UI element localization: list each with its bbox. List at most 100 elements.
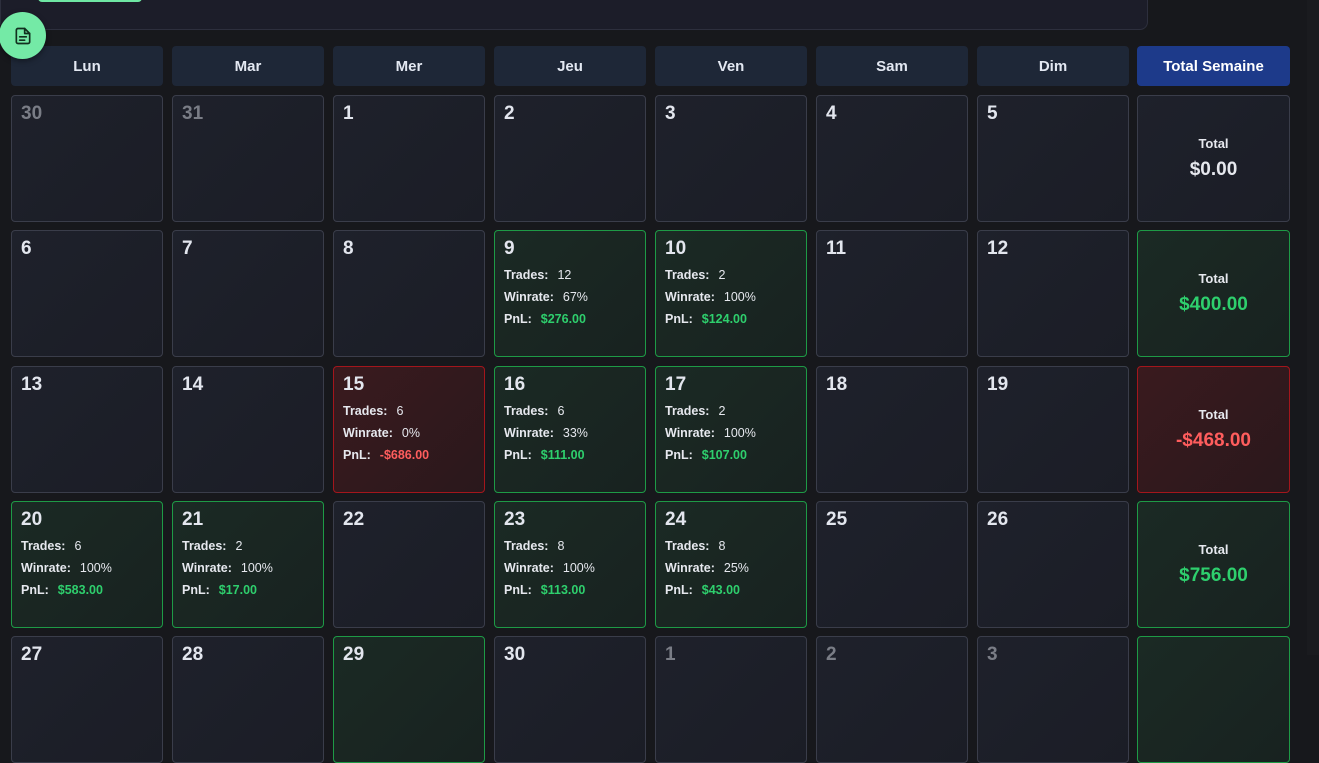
- day-cell[interactable]: 20 Trades: 6 Winrate: 100% PnL: $583.00: [11, 501, 163, 628]
- scrollbar[interactable]: [1307, 0, 1319, 655]
- day-cell[interactable]: 24 Trades: 8 Winrate: 25% PnL: $43.00: [655, 501, 807, 628]
- week-total-label: Total: [1198, 407, 1229, 422]
- week-total-cell[interactable]: Total -$468.00: [1137, 366, 1290, 493]
- stat-value: $107.00: [701, 448, 747, 462]
- day-cell[interactable]: 3: [977, 636, 1129, 763]
- stat-value: $17.00: [218, 583, 258, 597]
- day-stats: Trades: 12 Winrate: 67% PnL: $276.00: [504, 264, 636, 330]
- stat-pnl: PnL: $113.00: [504, 579, 636, 601]
- stat-trades: Trades: 8: [665, 535, 797, 557]
- stat-label: PnL:: [182, 583, 210, 597]
- header-total-semaine: Total Semaine: [1137, 46, 1290, 86]
- stat-trades: Trades: 6: [343, 400, 475, 422]
- day-stats: Trades: 6 Winrate: 33% PnL: $111.00: [504, 400, 636, 466]
- stat-trades: Trades: 2: [182, 535, 314, 557]
- stat-value: 2: [235, 539, 243, 553]
- day-cell[interactable]: 6: [11, 230, 163, 357]
- stat-value: 100%: [562, 561, 595, 575]
- day-cell[interactable]: 30: [494, 636, 646, 763]
- day-cell[interactable]: 17 Trades: 2 Winrate: 100% PnL: $107.00: [655, 366, 807, 493]
- top-accent-button[interactable]: [38, 0, 142, 2]
- day-cell[interactable]: 11: [816, 230, 968, 357]
- header-weekday: Sam: [816, 46, 968, 86]
- stat-value: 100%: [79, 561, 112, 575]
- week-total-label: Total: [1198, 271, 1229, 286]
- stat-label: PnL:: [665, 312, 693, 326]
- stat-pnl: PnL: $276.00: [504, 308, 636, 330]
- day-stats: Trades: 8 Winrate: 25% PnL: $43.00: [665, 535, 797, 601]
- day-cell[interactable]: 2: [494, 95, 646, 222]
- day-cell[interactable]: 9 Trades: 12 Winrate: 67% PnL: $276.00: [494, 230, 646, 357]
- stat-value: $113.00: [540, 583, 586, 597]
- report-button[interactable]: [0, 12, 46, 59]
- day-cell[interactable]: 19: [977, 366, 1129, 493]
- day-cell[interactable]: 1: [333, 95, 485, 222]
- day-cell[interactable]: 13: [11, 366, 163, 493]
- day-cell[interactable]: 27: [11, 636, 163, 763]
- stat-value: 33%: [562, 426, 588, 440]
- day-cell[interactable]: 22: [333, 501, 485, 628]
- day-cell[interactable]: 4: [816, 95, 968, 222]
- day-number: 9: [504, 238, 515, 259]
- day-cell[interactable]: 5: [977, 95, 1129, 222]
- stat-label: PnL:: [21, 583, 49, 597]
- day-cell[interactable]: 25: [816, 501, 968, 628]
- day-cell[interactable]: 3: [655, 95, 807, 222]
- day-number: 17: [665, 374, 687, 395]
- week-total-cell[interactable]: [1137, 636, 1290, 763]
- header-weekday: Mar: [172, 46, 324, 86]
- week-total-cell[interactable]: Total $756.00: [1137, 501, 1290, 628]
- week-total-cell[interactable]: Total $0.00: [1137, 95, 1290, 222]
- stat-value: $124.00: [701, 312, 747, 326]
- stat-label: PnL:: [343, 448, 371, 462]
- day-cell[interactable]: 30: [11, 95, 163, 222]
- day-cell[interactable]: 21 Trades: 2 Winrate: 100% PnL: $17.00: [172, 501, 324, 628]
- day-number: 20: [21, 509, 43, 530]
- stat-label: Winrate:: [343, 426, 393, 440]
- day-number: 13: [21, 374, 43, 395]
- header-weekday: Mer: [333, 46, 485, 86]
- day-cell[interactable]: 1: [655, 636, 807, 763]
- header-weekday: Jeu: [494, 46, 646, 86]
- stat-label: Winrate:: [182, 561, 232, 575]
- day-cell[interactable]: 23 Trades: 8 Winrate: 100% PnL: $113.00: [494, 501, 646, 628]
- day-cell[interactable]: 29: [333, 636, 485, 763]
- day-number: 22: [343, 509, 365, 530]
- stat-value: $276.00: [540, 312, 586, 326]
- day-number: 26: [987, 509, 1009, 530]
- day-number: 8: [343, 238, 354, 259]
- stat-value: 100%: [240, 561, 273, 575]
- day-cell[interactable]: 18: [816, 366, 968, 493]
- day-cell[interactable]: 8: [333, 230, 485, 357]
- day-number: 31: [182, 103, 204, 124]
- day-cell[interactable]: 7: [172, 230, 324, 357]
- day-stats: Trades: 8 Winrate: 100% PnL: $113.00: [504, 535, 636, 601]
- stat-pnl: PnL: $111.00: [504, 444, 636, 466]
- day-cell[interactable]: 28: [172, 636, 324, 763]
- stat-winrate: Winrate: 100%: [504, 557, 636, 579]
- week-total-cell[interactable]: Total $400.00: [1137, 230, 1290, 357]
- stat-value: 100%: [723, 290, 756, 304]
- stat-pnl: PnL: $124.00: [665, 308, 797, 330]
- stat-label: Winrate:: [665, 561, 715, 575]
- day-cell[interactable]: 14: [172, 366, 324, 493]
- day-cell[interactable]: 26: [977, 501, 1129, 628]
- stat-trades: Trades: 12: [504, 264, 636, 286]
- day-cell[interactable]: 12: [977, 230, 1129, 357]
- day-number: 10: [665, 238, 687, 259]
- stat-winrate: Winrate: 25%: [665, 557, 797, 579]
- stat-label: Trades:: [343, 404, 388, 418]
- week-total-value: $756.00: [1179, 565, 1248, 586]
- stat-pnl: PnL: $17.00: [182, 579, 314, 601]
- day-number: 5: [987, 103, 998, 124]
- week-total-label: Total: [1198, 542, 1229, 557]
- stat-label: Trades:: [504, 404, 549, 418]
- week-total-value: $400.00: [1179, 294, 1248, 315]
- stat-value: 67%: [562, 290, 588, 304]
- day-cell[interactable]: 10 Trades: 2 Winrate: 100% PnL: $124.00: [655, 230, 807, 357]
- day-cell[interactable]: 16 Trades: 6 Winrate: 33% PnL: $111.00: [494, 366, 646, 493]
- day-cell[interactable]: 2: [816, 636, 968, 763]
- day-cell[interactable]: 15 Trades: 6 Winrate: 0% PnL: -$686.00: [333, 366, 485, 493]
- week-total-value: $0.00: [1189, 159, 1238, 180]
- day-cell[interactable]: 31: [172, 95, 324, 222]
